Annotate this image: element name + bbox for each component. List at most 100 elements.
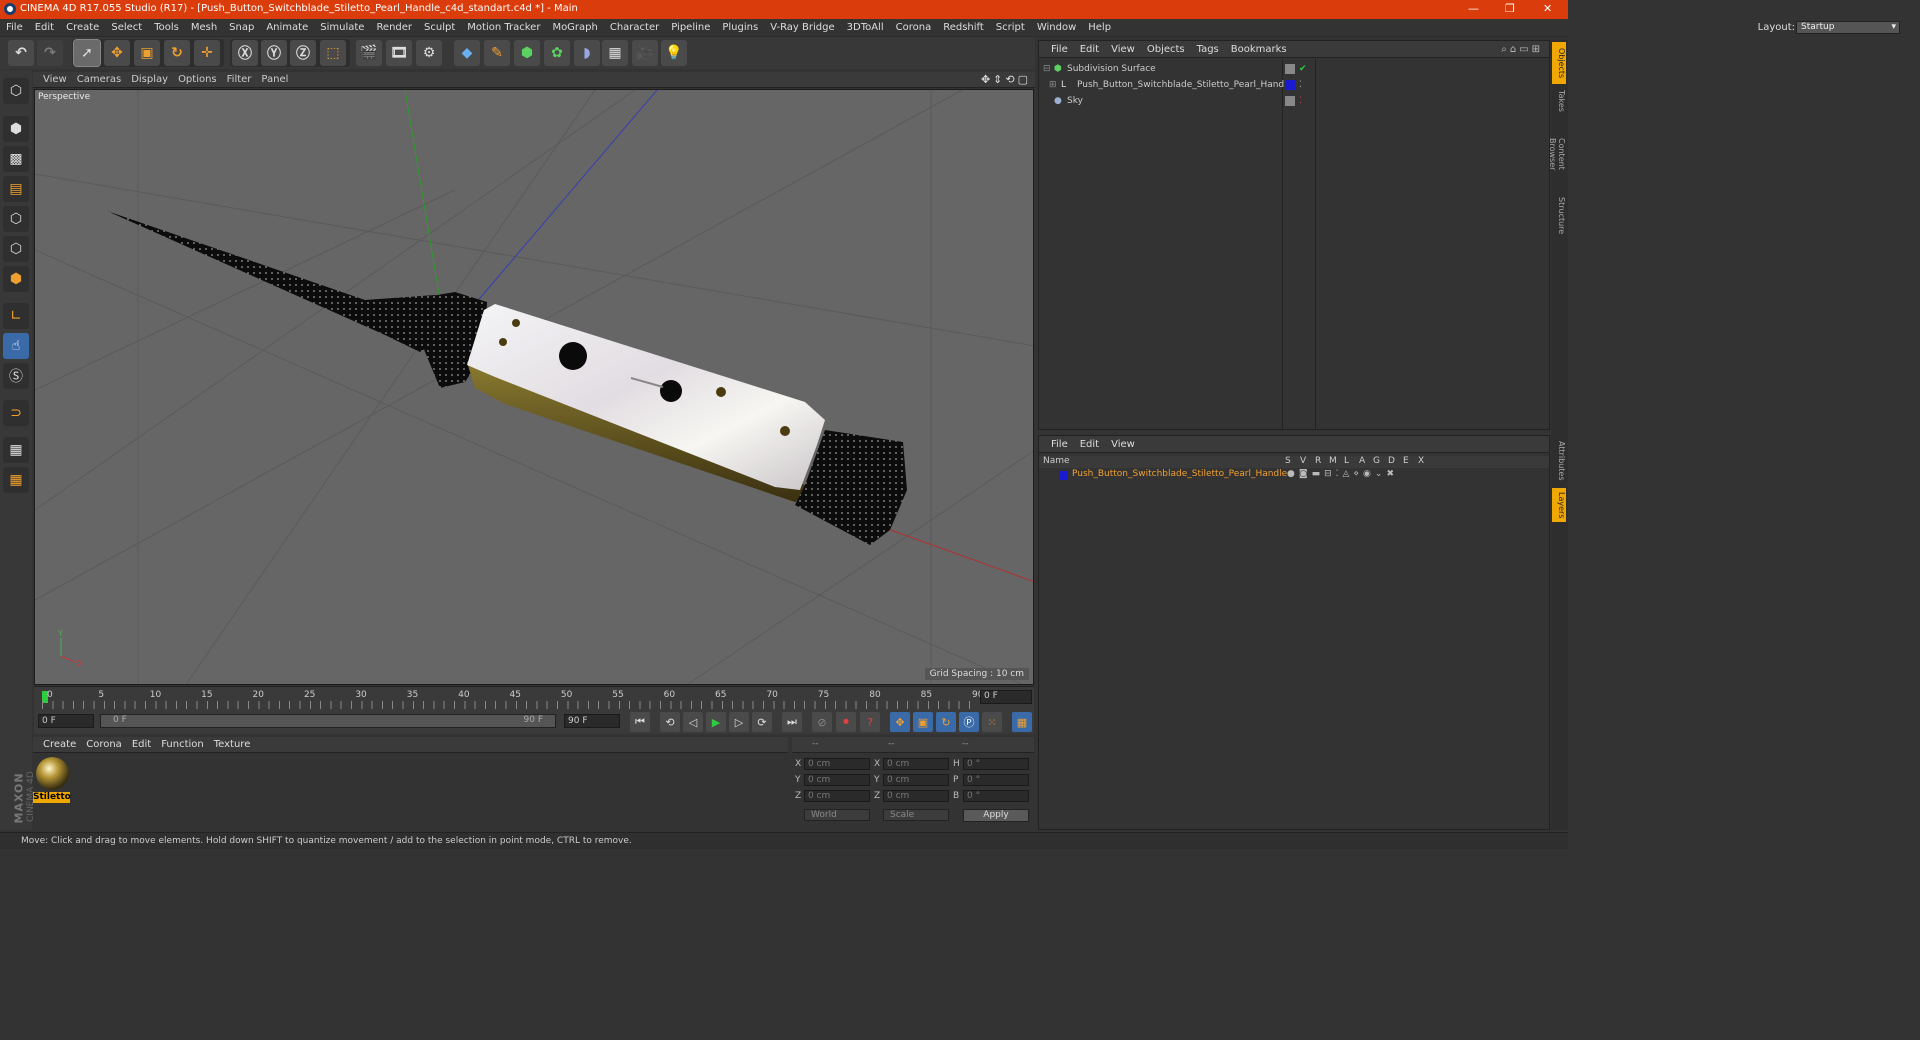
material-preview[interactable]	[36, 757, 69, 790]
layer-toggle-icons[interactable]: ●◙▬⊟⁚◬⋄◉⌄✖	[1287, 469, 1398, 479]
position-x-field[interactable]: 0 cm	[804, 758, 870, 770]
key-position-icon[interactable]: ✥	[890, 712, 910, 732]
menu-snap[interactable]: Snap	[223, 19, 260, 37]
col-render[interactable]: R	[1315, 456, 1321, 466]
menu-3dtoall[interactable]: 3DToAll	[841, 19, 890, 37]
live-select-icon[interactable]: ✛	[194, 40, 220, 66]
next-frame-icon[interactable]: ▷	[729, 712, 749, 732]
layer-color-swatch[interactable]	[1285, 80, 1295, 90]
magnet-icon[interactable]: ⊃	[3, 400, 29, 426]
col-deformers[interactable]: D	[1388, 456, 1395, 466]
col-locked[interactable]: L	[1344, 456, 1349, 466]
menu-create[interactable]: Create	[60, 19, 105, 37]
timeline-ruler[interactable]: 0 5 10 15 20 25 30 35 40 45 50 55 60 65 70 75 80 85 90 0 F	[34, 686, 1034, 710]
workplane-lock-icon[interactable]: ▦	[3, 467, 29, 493]
vp-menu-options[interactable]: Options	[178, 72, 217, 88]
tab-content-browser[interactable]: Content Browser	[1548, 118, 1566, 190]
mat-menu-texture[interactable]: Texture	[214, 737, 251, 753]
maximize-button[interactable]: ❐	[1505, 2, 1515, 15]
floor-icon[interactable]: ▦	[602, 40, 628, 66]
coordinate-system-icon[interactable]: ⬚	[320, 40, 346, 66]
key-parameter-icon[interactable]: Ⓟ	[959, 712, 979, 732]
menu-edit[interactable]: Edit	[29, 19, 60, 37]
next-key-icon[interactable]: ⟳	[752, 712, 772, 732]
rotation-p-field[interactable]: 0 °	[963, 774, 1029, 786]
col-name[interactable]: Name	[1043, 456, 1070, 466]
layer-row[interactable]: Push_Button_Switchblade_Stiletto_Pearl_H…	[1039, 469, 1549, 482]
col-solo[interactable]: S	[1285, 456, 1291, 466]
grid-lock-icon[interactable]: ▦	[3, 437, 29, 463]
z-axis-lock-icon[interactable]: Ⓩ	[290, 40, 316, 66]
col-generators[interactable]: G	[1373, 456, 1380, 466]
coordinate-mode-select[interactable]: World	[804, 809, 870, 821]
menu-select[interactable]: Select	[105, 19, 148, 37]
go-to-end-icon[interactable]: ⏭	[782, 712, 802, 732]
size-y-field[interactable]: 0 cm	[883, 774, 949, 786]
expand-icon[interactable]: ⊟	[1043, 61, 1051, 77]
menu-render[interactable]: Render	[370, 19, 418, 37]
workplane-mode-icon[interactable]: ▤	[3, 176, 29, 202]
layer-name[interactable]: Push_Button_Switchblade_Stiletto_Pearl_H…	[1072, 469, 1287, 479]
apply-button[interactable]: Apply	[963, 809, 1029, 822]
col-animation[interactable]: A	[1359, 456, 1365, 466]
object-row[interactable]: ⊞ L Push_Button_Switchblade_Stiletto_Pea…	[1039, 77, 1549, 93]
mat-menu-create[interactable]: Create	[43, 737, 76, 753]
points-mode-icon[interactable]: ⬡	[3, 206, 29, 232]
material-name[interactable]: Stiletto	[33, 792, 71, 803]
vp-menu-filter[interactable]: Filter	[227, 72, 252, 88]
play-icon[interactable]: ▶	[706, 712, 726, 732]
col-manager[interactable]: M	[1329, 456, 1337, 466]
menu-script[interactable]: Script	[990, 19, 1031, 37]
scale-tool-icon[interactable]: ▣	[134, 40, 160, 66]
texture-mode-icon[interactable]: ▩	[3, 146, 29, 172]
y-axis-lock-icon[interactable]: Ⓨ	[261, 40, 287, 66]
render-view-icon[interactable]: 🎬	[356, 40, 382, 66]
key-pla-icon[interactable]: ⁙	[982, 712, 1002, 732]
menu-sculpt[interactable]: Sculpt	[418, 19, 461, 37]
previous-key-icon[interactable]: ⟲	[660, 712, 680, 732]
model-mode-icon[interactable]: ⬢	[3, 116, 29, 142]
viewport-camera-label[interactable]: Perspective	[38, 92, 90, 102]
object-name[interactable]: Push_Button_Switchblade_Stiletto_Pearl_H…	[1077, 77, 1292, 93]
frame-range-slider[interactable]: 0 F 90 F	[100, 714, 556, 728]
move-tool-icon[interactable]: ✥	[104, 40, 130, 66]
layer-color-swatch[interactable]	[1059, 471, 1068, 480]
redo-button[interactable]: ↷	[37, 40, 63, 66]
tab-takes[interactable]: Takes	[1552, 86, 1566, 116]
menu-help[interactable]: Help	[1082, 19, 1117, 37]
axis-mode-icon[interactable]: ∟	[3, 303, 29, 329]
col-xref[interactable]: X	[1418, 456, 1424, 466]
visibility-toggle[interactable]	[1285, 96, 1295, 106]
undo-button[interactable]: ↶	[8, 40, 34, 66]
menu-pipeline[interactable]: Pipeline	[665, 19, 716, 37]
layer-menu-file[interactable]: File	[1051, 436, 1068, 453]
tab-layers[interactable]: Layers	[1552, 488, 1566, 522]
enabled-check-icon[interactable]: ✔	[1299, 61, 1307, 77]
menu-file[interactable]: File	[0, 19, 29, 37]
make-editable-icon[interactable]: ⬡	[3, 78, 29, 104]
size-mode-select[interactable]: Scale	[883, 809, 949, 821]
obj-menu-bookmarks[interactable]: Bookmarks	[1231, 41, 1287, 58]
mat-menu-edit[interactable]: Edit	[132, 737, 151, 753]
obj-menu-file[interactable]: File	[1051, 41, 1068, 58]
record-keys-icon[interactable]: ⊘	[812, 712, 832, 732]
layer-menu-edit[interactable]: Edit	[1080, 436, 1099, 453]
menu-window[interactable]: Window	[1031, 19, 1082, 37]
cube-primitive-icon[interactable]: ◆	[454, 40, 480, 66]
vp-menu-panel[interactable]: Panel	[261, 72, 288, 88]
camera-icon[interactable]: 🎥	[632, 40, 658, 66]
key-rotation-icon[interactable]: ↻	[936, 712, 956, 732]
close-button[interactable]: ✕	[1543, 2, 1552, 15]
rotate-tool-icon[interactable]: ↻	[164, 40, 190, 66]
go-to-start-icon[interactable]: ⏮	[630, 712, 650, 732]
keyframe-selection-icon[interactable]: ?	[860, 712, 880, 732]
tweak-mode-icon[interactable]: ☝	[3, 333, 29, 359]
size-z-field[interactable]: 0 cm	[883, 790, 949, 802]
menu-corona[interactable]: Corona	[890, 19, 938, 37]
col-expressions[interactable]: E	[1403, 456, 1409, 466]
menu-character[interactable]: Character	[604, 19, 665, 37]
object-name[interactable]: Subdivision Surface	[1067, 61, 1156, 77]
minimize-button[interactable]: —	[1468, 2, 1479, 15]
menu-mesh[interactable]: Mesh	[185, 19, 223, 37]
autokey-icon[interactable]: ⏺	[836, 712, 856, 732]
